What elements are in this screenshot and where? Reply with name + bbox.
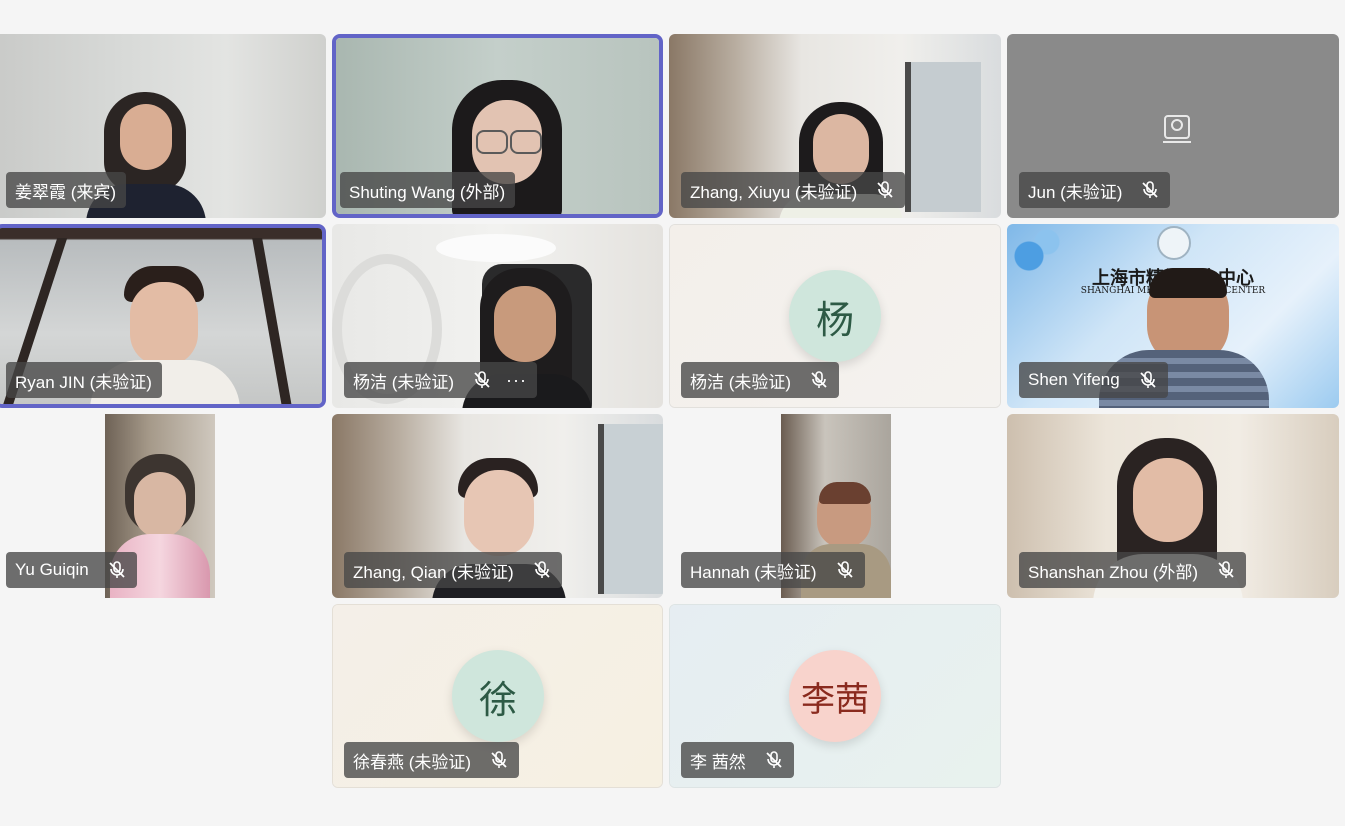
video-tile-ryan-jin[interactable]: Ryan JIN (未验证) xyxy=(0,224,326,408)
video-tile-jiang-cuixia[interactable]: 姜翠霞 (来宾) xyxy=(0,34,326,218)
video-tile-zhang-xiuyu[interactable]: Zhang, Xiuyu (未验证) xyxy=(669,34,1001,218)
mic-off-icon xyxy=(766,751,782,768)
participant-nameplate: Zhang, Qian (未验证) xyxy=(344,552,562,588)
video-tile-yu-guiqin[interactable]: Yu Guiqin xyxy=(0,414,326,598)
participant-nameplate: 姜翠霞 (来宾) xyxy=(6,172,127,208)
mic-off-icon xyxy=(491,751,507,768)
participant-name: Shen Yifeng xyxy=(1028,370,1120,389)
video-tile-shanshan-zhou[interactable]: Shanshan Zhou (外部) xyxy=(1007,414,1339,598)
video-tile-jun[interactable]: Jun (未验证) xyxy=(1007,34,1339,218)
participant-nameplate: Yu Guiqin xyxy=(6,552,137,588)
video-tile-yang-jie[interactable]: 杨洁 (未验证) ··· xyxy=(332,224,663,408)
participant-name: Hannah (未验证) xyxy=(690,562,817,582)
more-options-button[interactable]: ··· xyxy=(506,370,527,391)
video-tile-shen-yifeng[interactable]: 上海市精神卫生中心 SHANGHAI MENTAL HEALTH CENTER … xyxy=(1007,224,1339,408)
participant-nameplate: Shanshan Zhou (外部) xyxy=(1019,552,1247,588)
participant-nameplate: Shen Yifeng xyxy=(1019,362,1168,398)
participant-name: 姜翠霞 (来宾) xyxy=(15,182,117,202)
participant-nameplate: Shuting Wang (外部) xyxy=(340,172,516,208)
video-tile-yang-jie-avatar[interactable]: 杨 杨洁 (未验证) xyxy=(669,224,1001,408)
mic-off-icon xyxy=(811,371,827,388)
video-tile-zhang-qian[interactable]: Zhang, Qian (未验证) xyxy=(332,414,663,598)
video-tile-li-qianran[interactable]: 李茜 李 茜然 xyxy=(669,604,1001,788)
mic-off-icon xyxy=(836,561,853,578)
participant-nameplate: 李 茜然 xyxy=(681,742,794,778)
mic-off-icon xyxy=(1142,181,1159,198)
video-tile-hannah[interactable]: Hannah (未验证) xyxy=(669,414,1001,598)
mic-off-icon xyxy=(1218,561,1234,578)
mic-off-icon xyxy=(474,371,490,388)
participant-name: Shuting Wang (外部) xyxy=(349,182,506,202)
organization-logo xyxy=(1157,226,1191,260)
participant-nameplate: 杨洁 (未验证) xyxy=(681,362,840,398)
participant-nameplate: Ryan JIN (未验证) xyxy=(6,362,162,398)
mic-off-icon xyxy=(1140,371,1156,388)
participant-name: Zhang, Qian (未验证) xyxy=(353,562,514,582)
participant-name: 杨洁 (未验证) xyxy=(690,372,792,392)
avatar: 李茜 xyxy=(789,650,881,742)
mic-off-icon xyxy=(877,181,893,198)
participant-nameplate: Hannah (未验证) xyxy=(681,552,865,588)
participant-nameplate: 杨洁 (未验证) ··· xyxy=(344,362,538,398)
participant-name: Jun (未验证) xyxy=(1028,182,1123,202)
mic-off-icon xyxy=(109,561,125,578)
participant-name: 杨洁 (未验证) xyxy=(353,372,455,392)
participant-nameplate: Jun (未验证) xyxy=(1019,172,1171,208)
video-tile-xu-chunyan[interactable]: 徐 徐春燕 (未验证) xyxy=(332,604,663,788)
participant-name: Ryan JIN (未验证) xyxy=(15,372,152,392)
participant-name: Shanshan Zhou (外部) xyxy=(1028,562,1199,582)
mic-off-icon xyxy=(533,561,550,578)
participant-name: Yu Guiqin xyxy=(15,560,89,579)
avatar: 徐 xyxy=(452,650,544,742)
video-tile-shuting-wang[interactable]: Shuting Wang (外部) xyxy=(332,34,663,218)
participant-name: 徐春燕 (未验证) xyxy=(353,752,472,772)
participant-nameplate: Zhang, Xiuyu (未验证) xyxy=(681,172,906,208)
participant-nameplate: 徐春燕 (未验证) xyxy=(344,742,520,778)
avatar: 杨 xyxy=(789,270,881,362)
participant-name: 李 茜然 xyxy=(690,752,746,772)
camera-off-icon xyxy=(1163,115,1191,143)
participant-name: Zhang, Xiuyu (未验证) xyxy=(690,182,858,202)
